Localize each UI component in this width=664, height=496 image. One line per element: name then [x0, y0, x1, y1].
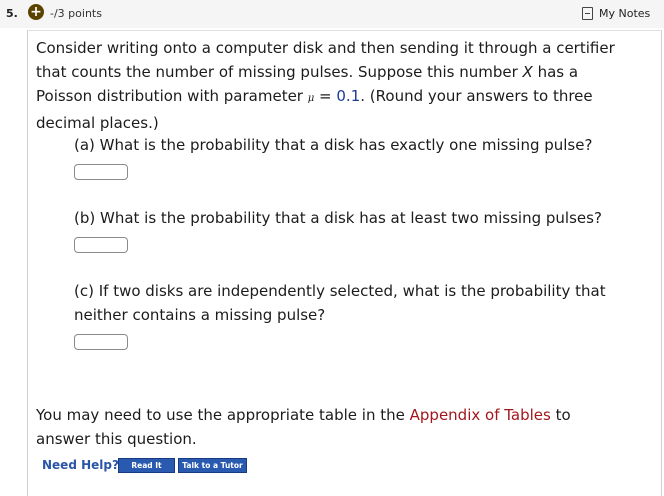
- part-c-answer-input[interactable]: [74, 334, 128, 350]
- intro-line-3-start: Poisson distribution with parameter: [36, 87, 303, 105]
- my-notes-label: My Notes: [599, 6, 651, 20]
- points-label: -/3 points: [50, 7, 102, 20]
- intro-line-2-text: that counts the number of missing pulses…: [36, 63, 518, 81]
- question-header: 5. + -/3 points My Notes: [0, 0, 664, 28]
- question-number: 5.: [6, 7, 18, 20]
- appendix-of-tables-link[interactable]: Appendix of Tables: [410, 406, 551, 424]
- intro-line-3: Poisson distribution with parameter μ = …: [36, 84, 615, 111]
- read-it-button[interactable]: Read It: [118, 458, 175, 473]
- intro-line-2-end: has a: [537, 63, 579, 81]
- appendix-note: You may need to use the appropriate tabl…: [36, 403, 571, 451]
- appendix-note-line-1: You may need to use the appropriate tabl…: [36, 403, 571, 427]
- appendix-note-line-2: answer this question.: [36, 430, 197, 448]
- param-symbol: μ: [307, 93, 315, 104]
- need-help-label: Need Help?: [42, 458, 119, 472]
- intro-line-3-end: . (Round your answers to three: [360, 87, 593, 105]
- notes-icon: [582, 6, 593, 20]
- part-b-answer-input[interactable]: [74, 237, 128, 253]
- part-a-question: (a) What is the probability that a disk …: [74, 136, 593, 154]
- talk-to-tutor-button[interactable]: Talk to a Tutor: [178, 458, 247, 473]
- variable-x: X: [522, 63, 533, 81]
- intro-line-4: decimal places.): [36, 114, 159, 132]
- part-a-answer-input[interactable]: [74, 164, 128, 180]
- intro-line-2: that counts the number of missing pulses…: [36, 60, 615, 84]
- question-intro: Consider writing onto a computer disk an…: [36, 36, 615, 135]
- param-value: 0.1: [336, 87, 361, 105]
- equals-sign: =: [319, 87, 332, 105]
- part-c-question: (c) If two disks are independently selec…: [74, 279, 606, 327]
- plus-circle-icon[interactable]: +: [28, 4, 44, 20]
- part-c-line-2: neither contains a missing pulse?: [74, 306, 326, 324]
- part-b-question: (b) What is the probability that a disk …: [74, 209, 602, 227]
- appendix-note-end: to: [555, 406, 571, 424]
- intro-line-1: Consider writing onto a computer disk an…: [36, 39, 615, 57]
- part-c-line-1: (c) If two disks are independently selec…: [74, 282, 606, 300]
- my-notes-button[interactable]: My Notes: [582, 5, 650, 21]
- appendix-note-start: You may need to use the appropriate tabl…: [36, 406, 405, 424]
